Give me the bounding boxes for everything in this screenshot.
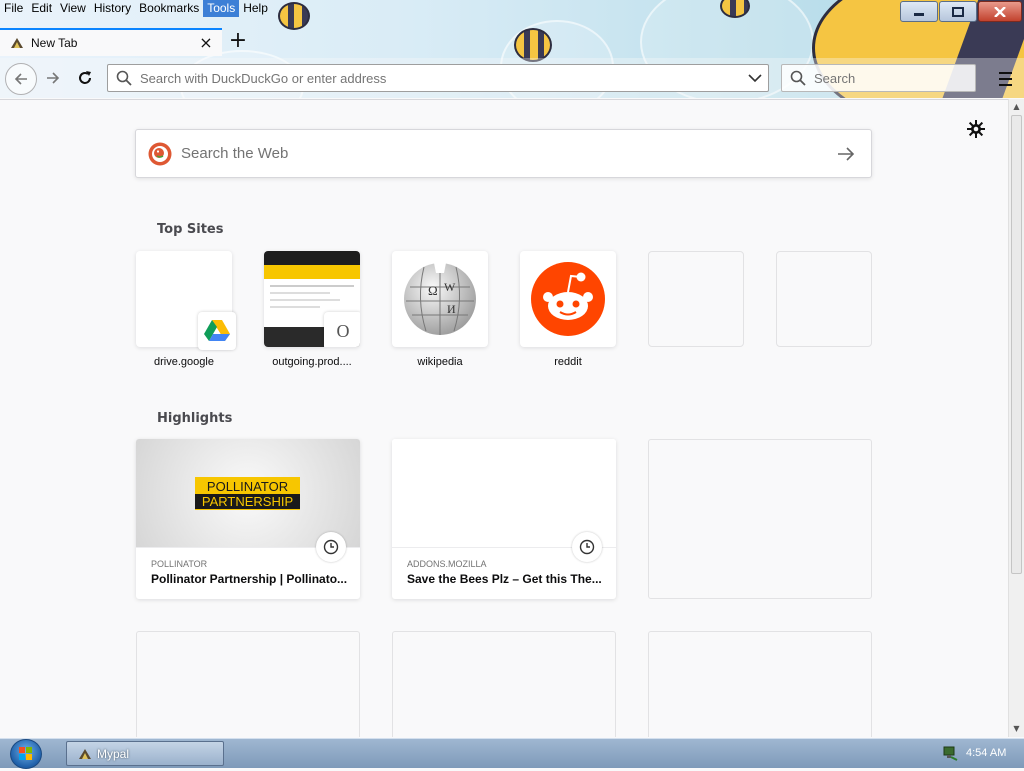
close-tab-icon[interactable]: ×: [198, 35, 214, 51]
close-window-button[interactable]: [978, 1, 1022, 22]
system-clock[interactable]: 4:54 AM: [966, 747, 1006, 759]
card-title: Pollinator Partnership | Pollinato...: [151, 572, 348, 586]
card-source: ADDONS.MOZILLA: [407, 559, 487, 569]
tab-title: New Tab: [31, 36, 78, 50]
top-site-tile-drive[interactable]: [136, 251, 236, 350]
card-title: Save the Bees Plz – Get this The...: [407, 572, 602, 586]
taskbar-app-label: Mypal: [97, 746, 130, 761]
menu-file[interactable]: File: [0, 0, 27, 17]
letter-o-icon: O: [324, 312, 360, 347]
back-arrow-icon: [14, 73, 27, 85]
close-icon: [994, 6, 1006, 17]
top-site-tile-reddit[interactable]: [520, 251, 616, 347]
top-site-label: reddit: [554, 356, 582, 368]
minimize-icon: [914, 12, 924, 16]
tab-strip: New Tab × +: [0, 28, 254, 57]
top-site-label: drive.google: [154, 356, 214, 368]
navigation-toolbar: [0, 58, 1024, 99]
top-site-empty-slot[interactable]: [776, 251, 872, 347]
web-search-placeholder: Search the Web: [181, 145, 289, 162]
top-site-tile-wikipedia[interactable]: Ω W И: [392, 251, 488, 347]
pollinator-logo: POLLINATOR PARTNERSHIP: [195, 477, 300, 510]
highlight-card-pollinator[interactable]: POLLINATOR PARTNERSHIP POLLINATOR Pollin…: [136, 439, 360, 599]
tab-new-tab[interactable]: New Tab ×: [0, 28, 222, 56]
highlight-empty-slot: [392, 631, 616, 737]
highlight-empty-slot: [136, 631, 360, 737]
top-site-tile-outgoing[interactable]: O: [264, 251, 360, 347]
highlights-heading: Highlights: [157, 411, 233, 426]
plus-icon: +: [228, 28, 248, 53]
vertical-scrollbar[interactable]: ▲ ▼: [1008, 99, 1024, 737]
forward-button[interactable]: [38, 63, 68, 93]
new-tab-button[interactable]: +: [222, 28, 254, 56]
clock-icon: [572, 532, 602, 562]
svg-text:Ω: Ω: [428, 283, 438, 298]
new-tab-page: Search the Web Top Sites drive.google O …: [0, 99, 1008, 737]
start-button[interactable]: [10, 739, 42, 769]
network-tray-icon[interactable]: [942, 745, 958, 761]
highlight-empty-slot: [648, 439, 872, 599]
wikipedia-globe-icon: Ω W И: [404, 263, 476, 335]
top-sites-heading: Top Sites: [157, 222, 224, 237]
scroll-up-arrow-icon[interactable]: ▲: [1011, 101, 1022, 113]
window-controls: [899, 1, 1022, 22]
taskbar-app-mypal[interactable]: Mypal: [66, 741, 224, 766]
google-drive-icon: [198, 312, 236, 350]
highlight-card-addons[interactable]: ADDONS.MOZILLA Save the Bees Plz – Get t…: [392, 439, 616, 599]
reload-icon: [79, 71, 91, 84]
svg-text:W: W: [444, 280, 456, 294]
card-source: POLLINATOR: [151, 559, 208, 569]
menu-bar: File Edit View History Bookmarks Tools H…: [0, 0, 272, 17]
duckduckgo-icon: [148, 142, 172, 165]
menu-help[interactable]: Help: [239, 0, 272, 17]
search-input[interactable]: [812, 69, 975, 87]
hamburger-menu-button[interactable]: [993, 69, 1017, 89]
restore-icon: [952, 6, 964, 17]
clock-icon: [316, 532, 346, 562]
reload-button[interactable]: [70, 63, 100, 93]
top-site-label: outgoing.prod....: [272, 356, 352, 368]
address-bar[interactable]: [107, 64, 769, 92]
search-icon: [790, 70, 806, 86]
gear-icon[interactable]: [967, 120, 985, 138]
svg-text:И: И: [447, 302, 456, 316]
top-site-empty-slot[interactable]: [648, 251, 744, 347]
chevron-down-icon[interactable]: [742, 73, 768, 83]
arrow-right-icon[interactable]: [835, 146, 857, 162]
windows-logo-icon: [19, 747, 32, 760]
top-site-label: wikipedia: [417, 356, 463, 368]
search-bar[interactable]: [781, 64, 976, 92]
reddit-icon: [531, 262, 605, 336]
taskbar: Mypal 4:54 AM: [0, 738, 1024, 769]
highlight-empty-slot: [648, 631, 872, 737]
scroll-thumb[interactable]: [1011, 115, 1022, 574]
mypal-icon: [11, 38, 23, 48]
menu-edit[interactable]: Edit: [27, 0, 56, 17]
web-search-box[interactable]: Search the Web: [135, 129, 872, 178]
scroll-down-arrow-icon[interactable]: ▼: [1011, 723, 1022, 735]
menu-tools[interactable]: Tools: [203, 0, 240, 17]
minimize-button[interactable]: [900, 1, 938, 22]
back-button[interactable]: [5, 63, 37, 95]
search-icon: [116, 70, 132, 86]
menu-view[interactable]: View: [56, 0, 90, 17]
forward-arrow-icon: [47, 72, 60, 84]
hamburger-icon: [998, 72, 1012, 74]
mypal-icon: [79, 748, 91, 759]
maximize-button[interactable]: [939, 1, 977, 22]
menu-bookmarks[interactable]: Bookmarks: [135, 0, 203, 17]
address-input[interactable]: [138, 69, 742, 87]
menu-history[interactable]: History: [90, 0, 135, 17]
